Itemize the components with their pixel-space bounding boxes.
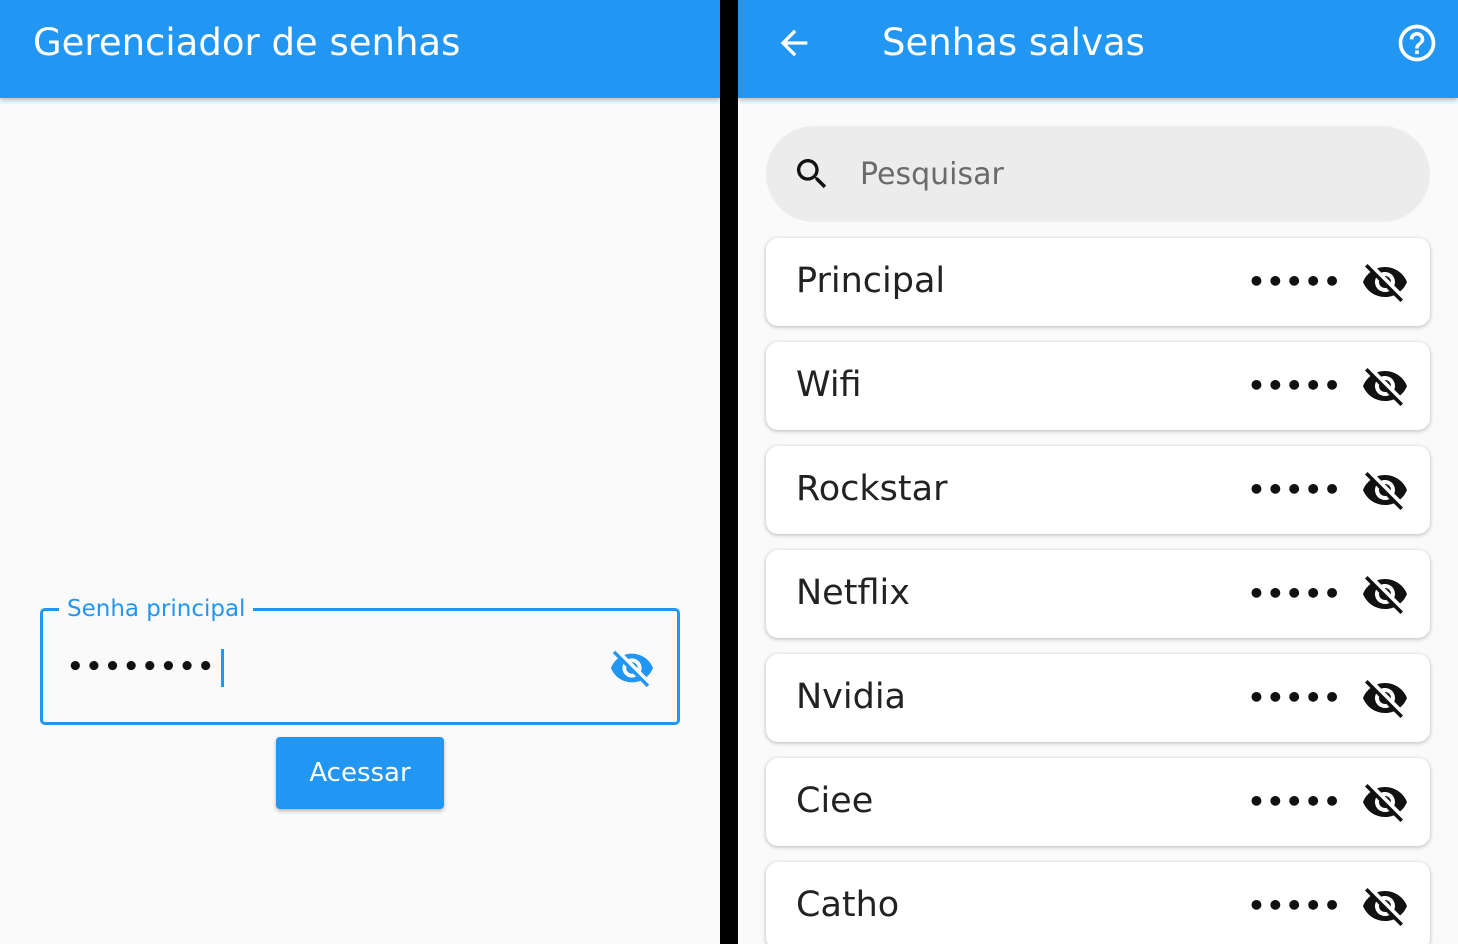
- password-card-principal[interactable]: Principal •••••: [766, 238, 1430, 326]
- search-bar[interactable]: [766, 126, 1430, 222]
- password-card-wifi[interactable]: Wifi •••••: [766, 342, 1430, 430]
- masked-password: •••••: [1247, 369, 1342, 402]
- visibility-off-icon[interactable]: [1358, 882, 1412, 930]
- arrow-back-icon-svg: [780, 29, 808, 57]
- password-card-rockstar[interactable]: Rockstar •••••: [766, 446, 1430, 534]
- password-name: Nvidia: [796, 677, 907, 717]
- password-list: Principal ••••• Wifi ••••• Rockstar ••••: [766, 238, 1430, 944]
- visibility-off-icon[interactable]: [1358, 778, 1412, 826]
- password-name: Catho: [796, 885, 900, 925]
- page-title: Gerenciador de senhas: [33, 21, 461, 64]
- password-name: Principal: [796, 261, 946, 301]
- visibility-off-icon[interactable]: [1358, 674, 1412, 722]
- access-button[interactable]: Acessar: [276, 737, 444, 809]
- password-name: Ciee: [796, 781, 874, 821]
- visibility-off-icon[interactable]: [607, 645, 657, 691]
- help-circle-icon-svg: [1398, 24, 1436, 62]
- master-password-field[interactable]: Senha principal ••••••••: [40, 595, 680, 725]
- help-circle-icon[interactable]: [1392, 20, 1442, 66]
- visibility-off-icon[interactable]: [1358, 362, 1412, 410]
- master-password-value[interactable]: ••••••••: [67, 647, 216, 687]
- masked-password: •••••: [1247, 785, 1342, 818]
- visibility-off-icon-svg: [610, 650, 654, 688]
- password-card-nvidia[interactable]: Nvidia •••••: [766, 654, 1430, 742]
- password-card-catho[interactable]: Catho •••••: [766, 862, 1430, 944]
- password-name: Wifi: [796, 365, 862, 405]
- visibility-off-icon[interactable]: [1358, 466, 1412, 514]
- app-bar: Senhas salvas: [738, 0, 1458, 98]
- visibility-off-icon[interactable]: [1358, 570, 1412, 618]
- password-name: Netflix: [796, 573, 910, 613]
- masked-password: •••••: [1247, 889, 1342, 922]
- masked-password: •••••: [1247, 473, 1342, 506]
- password-card-netflix[interactable]: Netflix •••••: [766, 550, 1430, 638]
- saved-passwords-screen: Senhas salvas Principal •••••: [738, 0, 1458, 944]
- search-input[interactable]: [860, 144, 1400, 204]
- app-bar: Gerenciador de senhas: [0, 0, 720, 98]
- password-card-ciee[interactable]: Ciee •••••: [766, 758, 1430, 846]
- masked-password: •••••: [1247, 681, 1342, 714]
- masked-password: •••••: [1247, 577, 1342, 610]
- search-icon: [792, 154, 832, 194]
- login-screen: Gerenciador de senhas Senha principal ••…: [0, 0, 720, 944]
- visibility-off-icon[interactable]: [1358, 258, 1412, 306]
- password-name: Rockstar: [796, 469, 948, 509]
- masked-password: •••••: [1247, 265, 1342, 298]
- arrow-back-icon[interactable]: [766, 20, 822, 66]
- text-cursor: [221, 649, 224, 687]
- page-title: Senhas salvas: [882, 21, 1145, 64]
- master-password-label: Senha principal: [59, 595, 254, 623]
